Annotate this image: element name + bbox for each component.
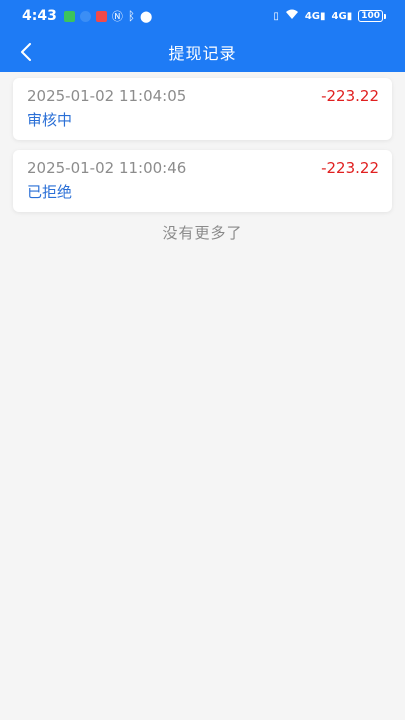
wifi-icon bbox=[285, 9, 299, 23]
nav-bar: 提现记录 bbox=[0, 32, 405, 72]
status-bar-right: ▯ 4G▮ 4G▮ 100 bbox=[273, 9, 386, 23]
status-time: 4:43 bbox=[22, 8, 57, 24]
network-label-2: 4G bbox=[331, 10, 347, 22]
page-title: 提现记录 bbox=[168, 44, 237, 63]
status-bar-left: 4:43 Ⓝ ᛒ ⬤ bbox=[22, 8, 152, 24]
phone-icon bbox=[63, 10, 75, 22]
back-button[interactable] bbox=[14, 40, 38, 64]
status-bar: 4:43 Ⓝ ᛒ ⬤ ▯ 4G▮ 4G▮ 100 bbox=[0, 0, 405, 32]
eye-icon bbox=[79, 10, 91, 22]
nfc-icon: Ⓝ bbox=[111, 10, 123, 23]
signal-icon-1: 4G▮ bbox=[304, 10, 326, 22]
record-item[interactable]: 2025-01-02 11:00:46 -223.22 已拒绝 bbox=[13, 150, 392, 212]
location-icon: ⬤ bbox=[140, 9, 153, 23]
message-icon bbox=[95, 10, 107, 22]
record-status: 审核中 bbox=[27, 111, 73, 129]
record-item[interactable]: 2025-01-02 11:04:05 -223.22 审核中 bbox=[13, 78, 392, 140]
record-amount: -223.22 bbox=[321, 159, 379, 177]
no-more-text: 没有更多了 bbox=[162, 224, 243, 242]
chevron-left-icon bbox=[21, 43, 31, 61]
bluetooth-icon: ᛒ bbox=[127, 9, 136, 23]
signal-icon-2: 4G▮ bbox=[331, 10, 353, 22]
network-label-1: 4G bbox=[304, 10, 320, 22]
vibrate-icon: ▯ bbox=[273, 10, 279, 22]
battery-icon: 100 bbox=[358, 10, 386, 22]
record-list: 2025-01-02 11:04:05 -223.22 审核中 2025-01-… bbox=[0, 72, 405, 243]
battery-level: 100 bbox=[361, 11, 380, 21]
record-amount: -223.22 bbox=[321, 87, 379, 105]
record-status: 已拒绝 bbox=[27, 183, 73, 201]
